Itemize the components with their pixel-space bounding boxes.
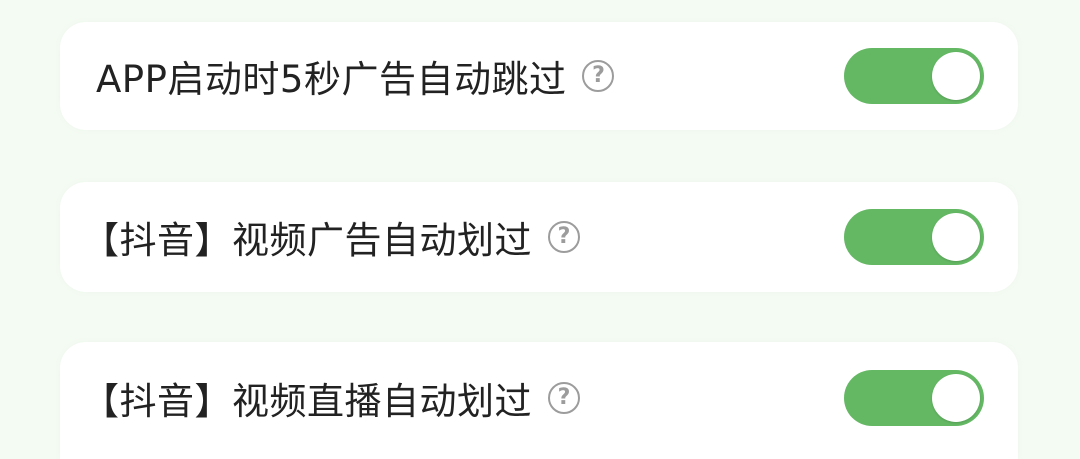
toggle-switch[interactable] — [844, 48, 984, 104]
setting-row-douyin-live-swipe: 【抖音】视频直播自动划过 ? — [60, 342, 1018, 459]
setting-label: APP启动时5秒广告自动跳过 — [96, 58, 567, 101]
setting-row-app-ad-skip: APP启动时5秒广告自动跳过 ? — [60, 22, 1018, 130]
setting-label-group: APP启动时5秒广告自动跳过 ? — [96, 49, 615, 103]
setting-label: 【抖音】视频广告自动划过 — [82, 219, 532, 262]
toggle-knob — [932, 374, 980, 422]
toggle-switch[interactable] — [844, 209, 984, 265]
help-icon[interactable]: ? — [548, 382, 580, 414]
help-icon[interactable]: ? — [548, 221, 580, 253]
setting-label-group: 【抖音】视频直播自动划过 ? — [82, 371, 580, 425]
setting-row-douyin-ad-swipe: 【抖音】视频广告自动划过 ? — [60, 182, 1018, 292]
setting-label: 【抖音】视频直播自动划过 — [82, 380, 532, 423]
help-icon[interactable]: ? — [582, 60, 615, 92]
toggle-switch[interactable] — [844, 370, 984, 426]
toggle-knob — [932, 213, 980, 261]
setting-label-group: 【抖音】视频广告自动划过 ? — [82, 210, 580, 264]
toggle-knob — [932, 52, 980, 100]
